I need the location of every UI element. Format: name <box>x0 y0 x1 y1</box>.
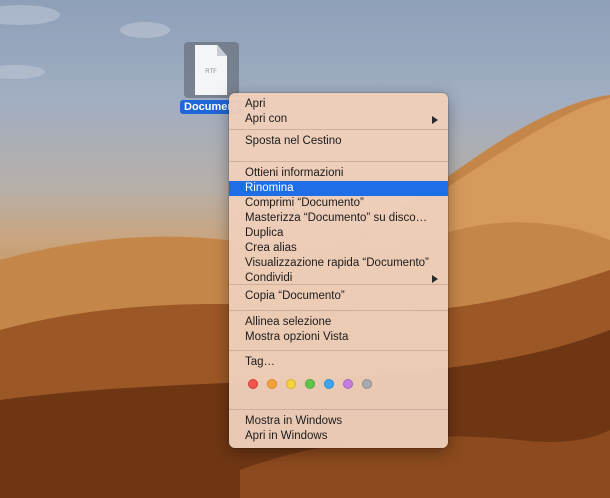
menu-item-label: Duplica <box>245 227 284 239</box>
tag-red-dot[interactable] <box>248 379 258 389</box>
menu-item-label: Condividi <box>245 272 293 284</box>
menu-separator <box>229 310 448 311</box>
menu-item-apri-con[interactable]: Apri con <box>229 112 448 127</box>
tag-green-dot[interactable] <box>305 379 315 389</box>
tag-orange-dot[interactable] <box>267 379 277 389</box>
menu-item-label: Mostra in Windows <box>245 415 343 427</box>
menu-item-label: Visualizzazione rapida “Documento” <box>245 257 429 269</box>
menu-item-label: Crea alias <box>245 242 297 254</box>
menu-item-ottieni-informazioni[interactable]: Ottieni informazioni <box>229 166 448 181</box>
menu-item-apri[interactable]: Apri <box>229 97 448 112</box>
menu-item-label: Rinomina <box>245 182 294 194</box>
chevron-right-icon <box>432 275 438 283</box>
menu-item-label: Masterizza “Documento” su disco… <box>245 212 428 224</box>
menu-item-tag[interactable]: Tag… <box>229 355 448 370</box>
menu-item-copia-documento[interactable]: Copia “Documento” <box>229 289 448 304</box>
menu-item-label: Mostra opzioni Vista <box>245 331 349 343</box>
menu-item-duplica[interactable]: Duplica <box>229 226 448 241</box>
menu-item-label: Sposta nel Cestino <box>245 135 342 147</box>
menu-item-label: Copia “Documento” <box>245 290 345 302</box>
file-type-label: RTF <box>205 69 217 75</box>
menu-item-rinomina[interactable]: Rinomina <box>229 181 448 196</box>
menu-item-masterizza-documento-su-disco[interactable]: Masterizza “Documento” su disco… <box>229 211 448 226</box>
menu-item-sposta-nel-cestino[interactable]: Sposta nel Cestino <box>229 134 448 149</box>
menu-separator <box>229 284 448 285</box>
rtf-file-icon[interactable]: RTF <box>184 42 239 98</box>
menu-item-label: Allinea selezione <box>245 316 332 328</box>
context-menu: Apri Apri con Sposta nel Cestino Ottieni in… <box>229 93 448 448</box>
menu-item-label: Tag… <box>245 356 276 368</box>
menu-separator <box>229 161 448 162</box>
menu-item-mostra-opzioni-vista[interactable]: Mostra opzioni Vista <box>229 330 448 345</box>
menu-item-label: Apri in Windows <box>245 430 328 442</box>
menu-separator <box>229 409 448 410</box>
menu-item-allinea-selezione[interactable]: Allinea selezione <box>229 315 448 330</box>
menu-item-label: Apri con <box>245 113 288 125</box>
menu-item-label: Comprimi “Documento” <box>245 197 364 209</box>
menu-item-comprimi-documento[interactable]: Comprimi “Documento” <box>229 196 448 211</box>
menu-item-apri-in-windows[interactable]: Apri in Windows <box>229 429 448 444</box>
menu-item-crea-alias[interactable]: Crea alias <box>229 241 448 256</box>
menu-item-visualizzazione-rapida-documento[interactable]: Visualizzazione rapida “Documento” <box>229 256 448 271</box>
menu-item-label: Ottieni informazioni <box>245 167 344 179</box>
tag-blue-dot[interactable] <box>324 379 334 389</box>
tag-yellow-dot[interactable] <box>286 379 296 389</box>
menu-separator <box>229 129 448 130</box>
tag-gray-dot[interactable] <box>362 379 372 389</box>
menu-item-mostra-in-windows[interactable]: Mostra in Windows <box>229 414 448 429</box>
chevron-right-icon <box>432 116 438 124</box>
menu-item-label: Apri <box>245 98 266 110</box>
menu-separator <box>229 350 448 351</box>
tag-purple-dot[interactable] <box>343 379 353 389</box>
